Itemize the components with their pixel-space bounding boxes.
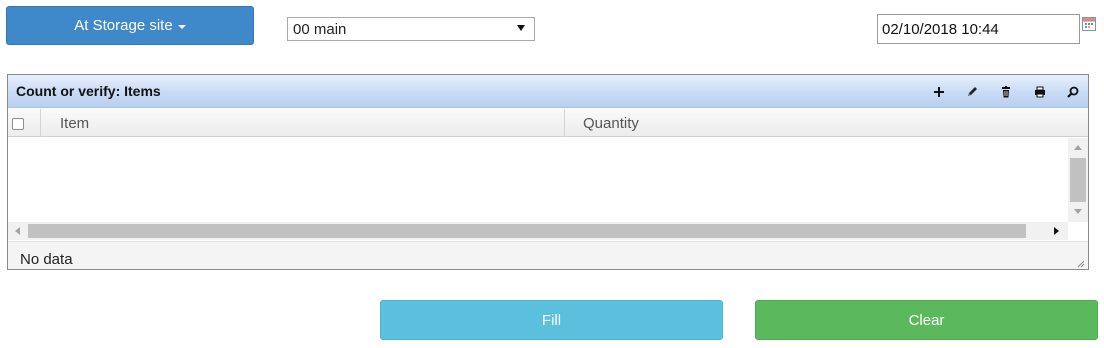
grid-title: Count or verify: Items (16, 83, 161, 99)
column-header-quantity[interactable]: Quantity (583, 115, 639, 132)
print-icon[interactable] (1033, 85, 1047, 99)
horizontal-scroll-thumb[interactable] (28, 224, 1026, 238)
edit-icon[interactable] (965, 85, 979, 99)
select-all-checkbox[interactable] (12, 118, 24, 130)
resize-grip-icon[interactable] (1077, 260, 1085, 268)
dropdown-arrow-icon (517, 25, 525, 31)
grid-footer: No data (8, 241, 1088, 269)
storage-site-label: At Storage site (74, 17, 173, 34)
calendar-icon[interactable] (1082, 17, 1096, 31)
warehouse-select-value: 00 main (293, 20, 347, 38)
search-icon[interactable] (1066, 85, 1080, 99)
grid-status-text: No data (20, 251, 73, 268)
scroll-down-arrow-icon[interactable] (1074, 209, 1082, 214)
clear-button[interactable]: Clear (755, 300, 1098, 340)
warehouse-select[interactable]: 00 main (287, 17, 535, 41)
fill-button[interactable]: Fill (380, 300, 723, 340)
column-header-item[interactable]: Item (60, 115, 89, 132)
scroll-left-arrow-icon[interactable] (15, 227, 20, 235)
scroll-up-arrow-icon[interactable] (1074, 145, 1082, 150)
storage-site-dropdown-button[interactable]: At Storage site (6, 6, 254, 45)
vertical-scrollbar[interactable] (1068, 138, 1088, 222)
caret-down-icon (177, 24, 186, 29)
date-time-input[interactable] (877, 14, 1080, 44)
items-grid: Count or verify: Items Item Quantity No … (7, 74, 1089, 270)
horizontal-scrollbar[interactable] (8, 222, 1068, 240)
column-divider (40, 109, 41, 137)
add-icon[interactable] (932, 85, 946, 99)
scroll-right-arrow-icon[interactable] (1054, 227, 1059, 235)
column-divider (564, 109, 565, 137)
grid-header-row: Item Quantity (8, 109, 1088, 137)
vertical-scroll-thumb[interactable] (1070, 158, 1086, 202)
delete-icon[interactable] (999, 85, 1013, 99)
grid-title-bar: Count or verify: Items (8, 75, 1088, 108)
